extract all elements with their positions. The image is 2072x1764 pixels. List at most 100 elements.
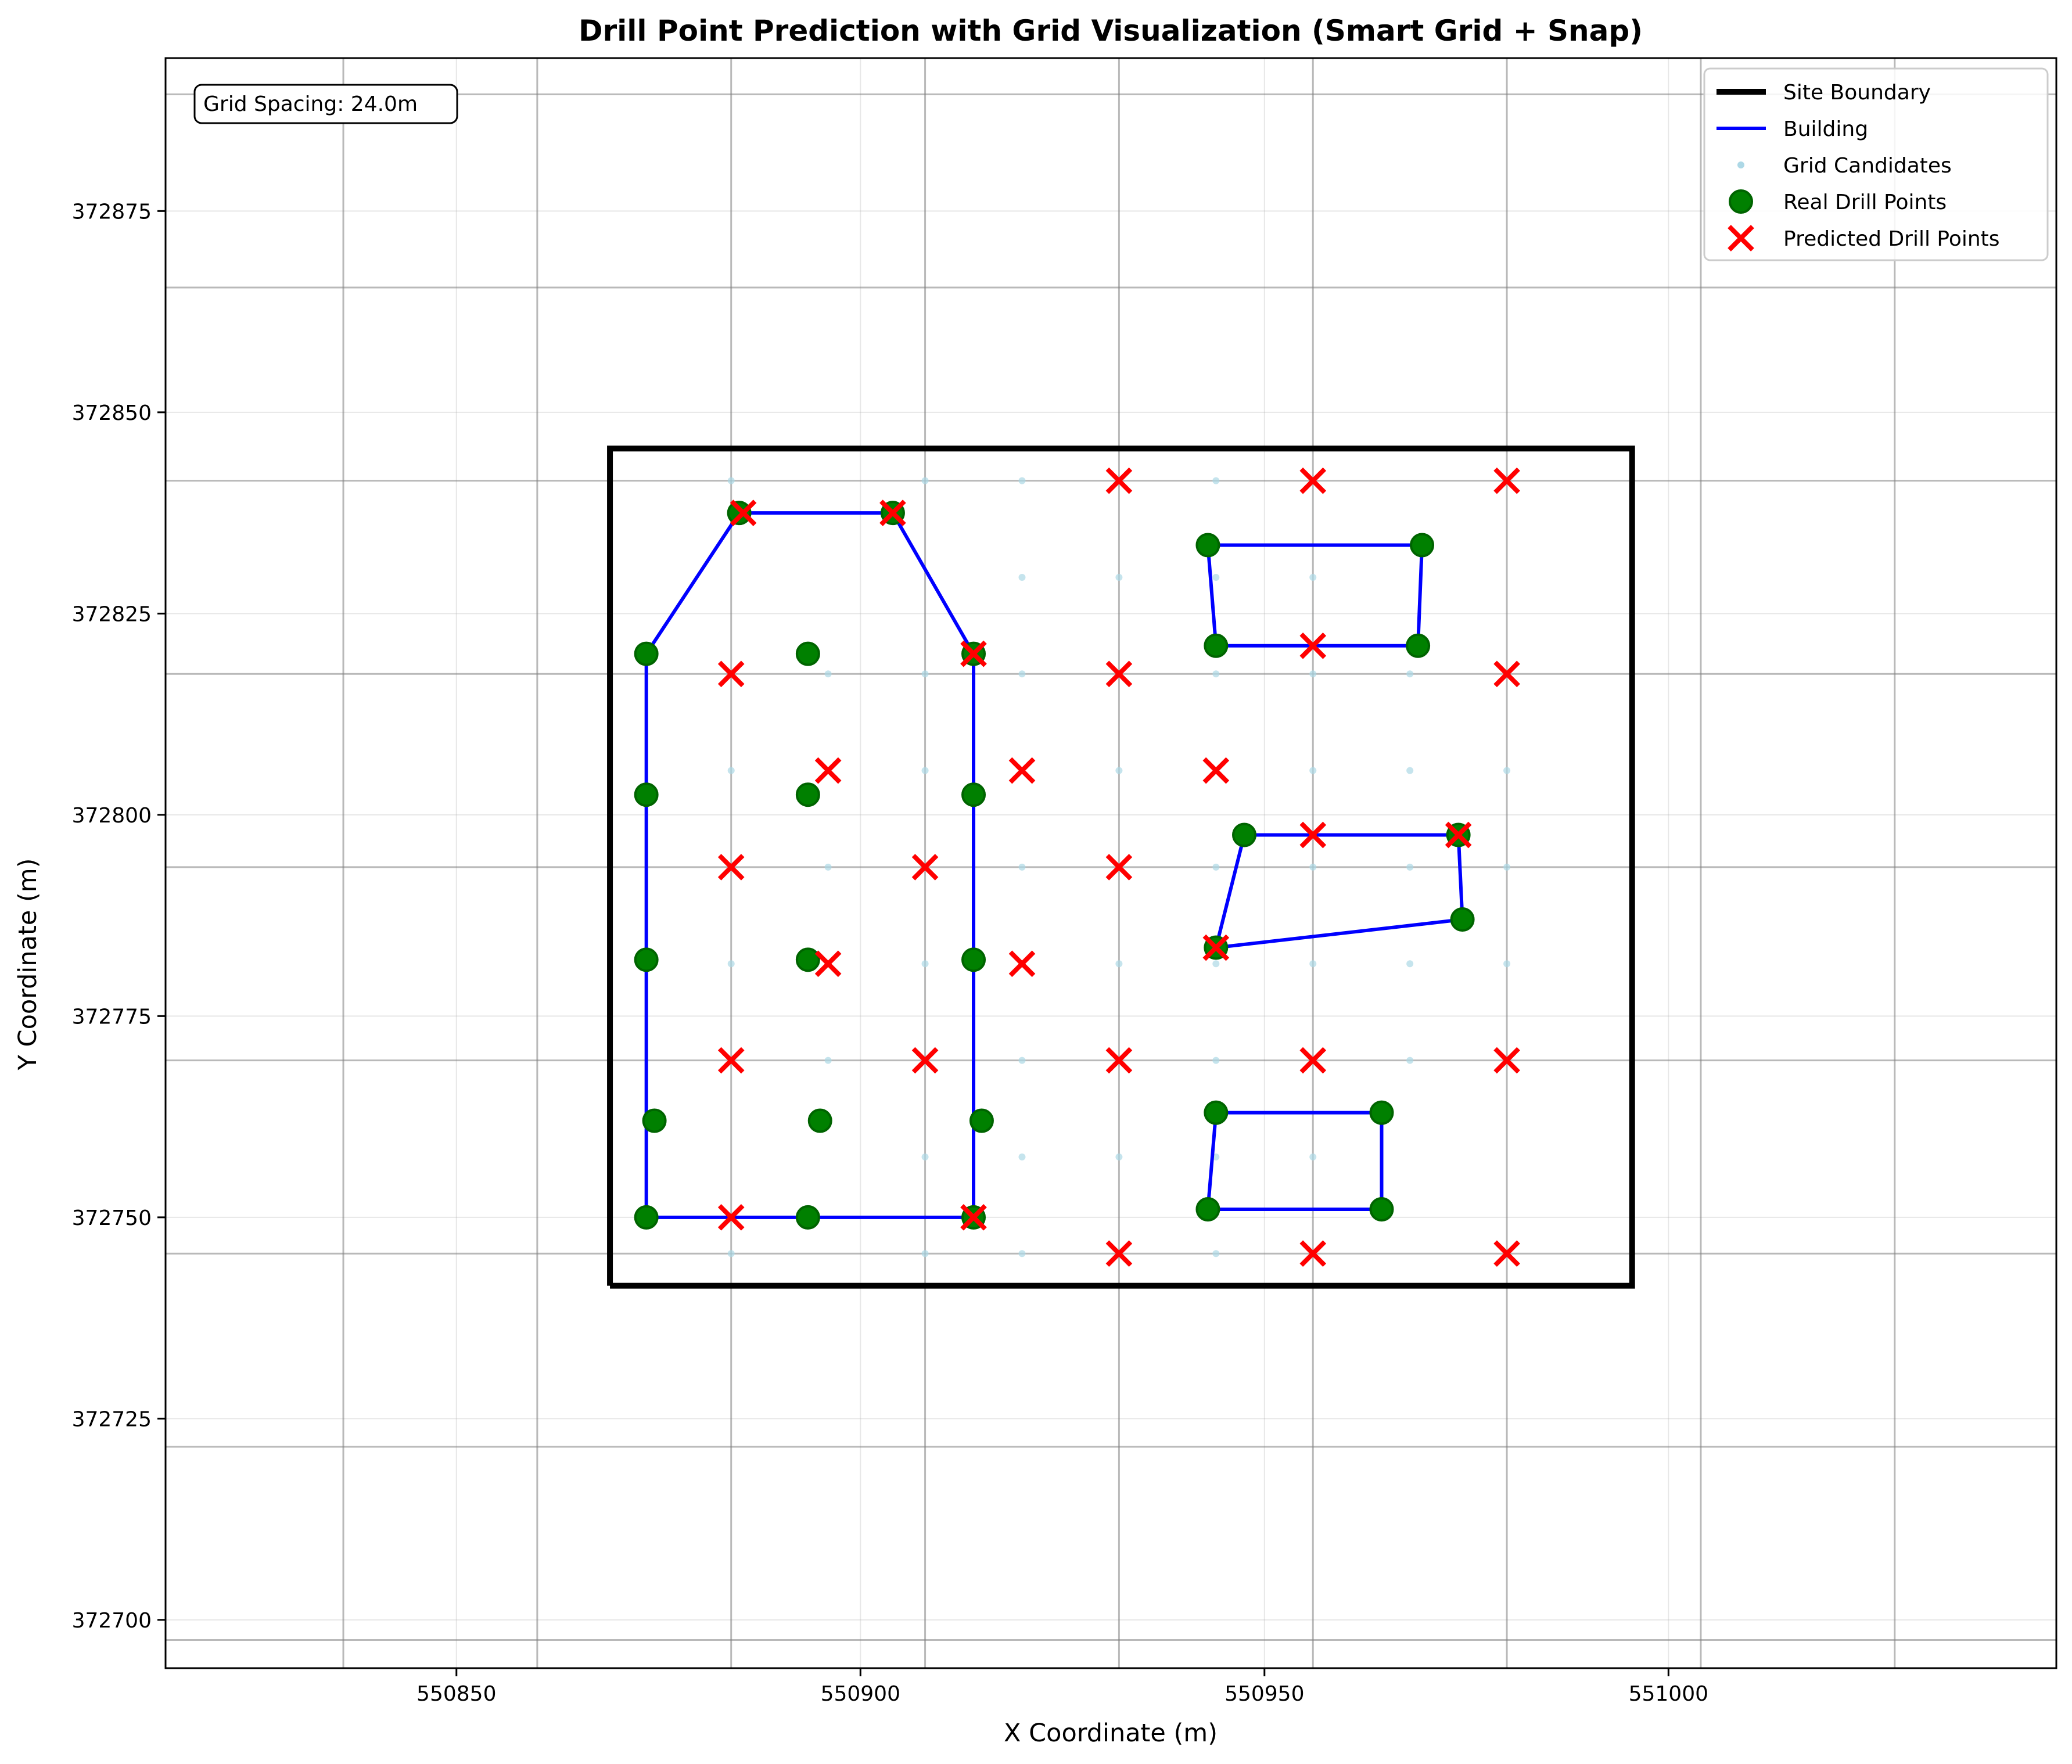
legend-label: Building [1783, 117, 1868, 141]
grid-candidate-dot [1018, 863, 1026, 871]
legend-circle-swatch [1729, 189, 1753, 214]
real-drill-point [961, 947, 986, 972]
annotation-text: Grid Spacing: 24.0m [203, 92, 418, 116]
y-tick-label: 372850 [72, 401, 152, 425]
real-drill-point [795, 947, 820, 972]
y-tick-label: 372775 [72, 1005, 152, 1029]
legend-label: Grid Candidates [1783, 154, 1952, 178]
grid-candidate-dot [1018, 1153, 1026, 1161]
real-drill-point [1369, 1197, 1394, 1221]
real-drill-point [634, 947, 659, 972]
real-drill-point [1195, 1197, 1220, 1221]
grid-candidate-dot [1309, 863, 1317, 871]
grid-candidate-dot [1018, 573, 1026, 581]
real-drill-point [634, 782, 659, 807]
real-drill-point [969, 1108, 994, 1133]
real-drill-point [1232, 822, 1257, 847]
x-tick-label: 550850 [416, 1682, 496, 1706]
grid-candidate-dot [1115, 573, 1123, 581]
grid-candidate-dot [1115, 960, 1123, 968]
legend-dot-swatch [1737, 161, 1744, 168]
grid-candidate-dot [1212, 863, 1220, 871]
real-drill-point [807, 1108, 832, 1133]
grid-spacing-annotation: Grid Spacing: 24.0m [193, 84, 458, 124]
grid-candidate-dot [1115, 767, 1123, 774]
real-drill-point [634, 1205, 659, 1230]
building-outline [1214, 833, 1464, 950]
grid-candidate-dot [921, 960, 929, 968]
grid-candidate-dot [1018, 477, 1026, 484]
grid-candidate-dot [1406, 670, 1414, 678]
grid-candidate-dot [1018, 1250, 1026, 1258]
grid-candidate-dot [1212, 670, 1220, 678]
predicted-drill-point [814, 950, 842, 978]
grid-candidate-dot [1309, 960, 1317, 968]
real-drill-point [961, 782, 986, 807]
x-tick-label: 550900 [821, 1682, 900, 1706]
plot-inner [166, 58, 2056, 1668]
grid-candidate-dot [1406, 863, 1414, 871]
drill-point-chart: Drill Point Prediction with Grid Visuali… [13, 14, 2057, 1748]
y-tick-label: 372750 [72, 1206, 152, 1230]
grid-candidate-dot [1212, 477, 1220, 484]
chart-title: Drill Point Prediction with Grid Visuali… [579, 14, 1643, 48]
grid-candidate-dot [1018, 670, 1026, 678]
grid-candidate-dot [1309, 573, 1317, 581]
y-tick-label: 372725 [72, 1407, 152, 1431]
predicted-drill-point [1008, 950, 1036, 978]
plot-area: 550850 550900 550950 551000 372700 372725 3727… [72, 57, 2057, 1706]
legend-label: Predicted Drill Points [1783, 227, 2000, 251]
predicted-drill-point [814, 757, 842, 784]
real-drill-point [642, 1108, 667, 1133]
grid-candidate-dot [1503, 960, 1511, 968]
grid-candidate-dot [824, 1057, 832, 1064]
building-outline [1206, 543, 1424, 648]
grid-candidate-dot [727, 767, 735, 774]
predicted-drill-point [1008, 757, 1036, 784]
grid-candidate-dot [1115, 1153, 1123, 1161]
real-drill-point [1406, 633, 1431, 658]
predicted-drill-point [1202, 757, 1230, 784]
grid-candidate-dot [1018, 1057, 1026, 1064]
grid-candidate-dot [921, 767, 929, 774]
grid-candidate-dot [921, 1250, 929, 1258]
grid-candidate-dot [921, 670, 929, 678]
grid-candidate-dot [1309, 767, 1317, 774]
real-drill-point [634, 641, 659, 666]
y-tick-label: 372800 [72, 804, 152, 828]
grid-candidate-dot [1309, 670, 1317, 678]
legend-label: Real Drill Points [1783, 191, 1947, 214]
grid-candidate-dot [1503, 767, 1511, 774]
grid-candidate-dot [1212, 960, 1220, 968]
y-tick-label: 372700 [72, 1609, 152, 1633]
grid-candidate-dot [1309, 1153, 1317, 1161]
real-drill-point [795, 1205, 820, 1230]
grid-candidate-dot [727, 960, 735, 968]
real-drill-point [1204, 1100, 1229, 1125]
grid-candidate-dot [1212, 1250, 1220, 1258]
real-drill-point [727, 501, 752, 526]
grid-candidate-dot [727, 477, 735, 484]
x-tick-label: 551000 [1629, 1682, 1708, 1706]
axes-frame [164, 57, 2057, 1669]
real-drill-point [1204, 633, 1229, 658]
real-drill-point [1450, 907, 1475, 932]
grid-candidate-dot [1212, 1057, 1220, 1064]
x-tick-label: 550950 [1224, 1682, 1304, 1706]
grid-candidate-dot [1406, 1057, 1414, 1064]
grid-candidate-dot [921, 1153, 929, 1161]
x-axis-label: X Coordinate (m) [1004, 1719, 1218, 1748]
grid-candidate-dot [824, 863, 832, 871]
grid-candidate-dot [1406, 960, 1414, 968]
real-drill-point [1195, 533, 1220, 558]
grid-candidate-dot [1503, 863, 1511, 871]
grid-candidate-dot [1406, 767, 1414, 774]
building-outline [1206, 1111, 1384, 1211]
real-drill-point [1410, 533, 1435, 558]
real-drill-point [795, 782, 820, 807]
y-axis-label: Y Coordinate (m) [13, 858, 42, 1071]
real-drill-point [795, 641, 820, 666]
legend: Site Boundary Building Grid Candidates Real… [1703, 67, 2049, 261]
grid-candidate-dot [921, 477, 929, 484]
y-tick-label: 372875 [72, 200, 152, 224]
